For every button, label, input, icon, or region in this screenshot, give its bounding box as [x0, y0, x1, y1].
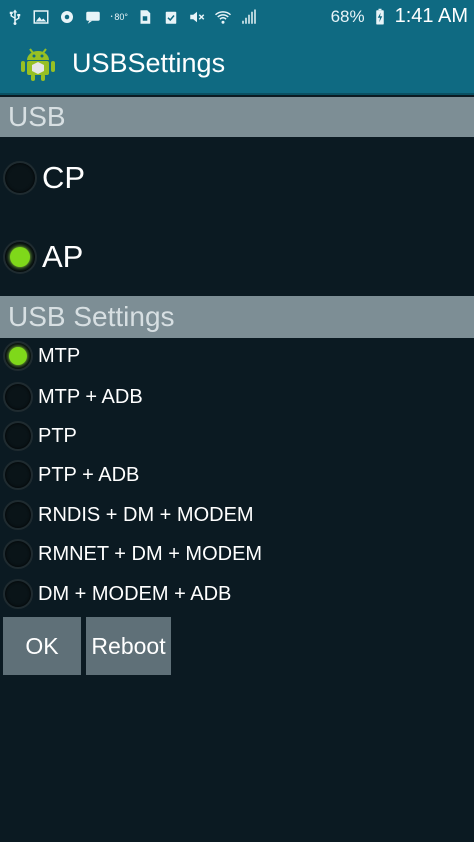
radio-label: PTP + ADB	[38, 463, 140, 486]
radio-label: RNDIS + DM + MODEM	[38, 503, 254, 526]
radio-button[interactable]	[3, 382, 33, 412]
radio-button[interactable]	[3, 500, 33, 530]
radio-button[interactable]	[3, 539, 33, 569]
radio-option-mtp[interactable]: MTP	[3, 341, 80, 371]
usb-icon	[6, 8, 24, 26]
radio-label: PTP	[38, 424, 77, 447]
wifi-icon	[214, 8, 232, 26]
radio-label: CP	[42, 160, 86, 195]
status-bar: 80° 68% 1:41 AM	[0, 0, 474, 33]
mute-icon	[188, 8, 206, 26]
message-icon	[84, 8, 102, 26]
radio-button[interactable]	[3, 460, 33, 490]
radio-button[interactable]	[3, 421, 33, 451]
clock-time: 1:41 AM	[394, 5, 468, 27]
temperature-text: 80°	[114, 11, 128, 22]
gallery-icon	[32, 8, 50, 26]
radio-option-mtp-adb[interactable]: MTP + ADB	[3, 382, 143, 412]
section-header-usb: USB	[0, 97, 474, 137]
radio-option-dm-modem-adb[interactable]: DM + MODEM + ADB	[3, 579, 231, 609]
radio-label: RMNET + DM + MODEM	[38, 542, 263, 565]
signal-icon	[240, 8, 258, 26]
weather-icon: 80°	[110, 8, 128, 26]
radio-selected-dot	[9, 347, 27, 365]
radio-label: MTP	[38, 344, 81, 367]
radio-selected-dot	[10, 247, 30, 267]
radio-label: MTP + ADB	[38, 385, 143, 408]
section-header-usb-settings: USB Settings	[0, 296, 474, 338]
reboot-button[interactable]: Reboot	[86, 617, 171, 675]
radio-label: DM + MODEM + ADB	[38, 582, 232, 605]
status-right: 68% 1:41 AM	[331, 5, 468, 28]
radio-option-cp[interactable]: CP	[3, 160, 85, 196]
radio-label: AP	[42, 239, 84, 274]
radio-option-rmnet-dm-modem[interactable]: RMNET + DM + MODEM	[3, 539, 262, 569]
battery-charging-icon	[371, 8, 389, 26]
radio-option-rndis-dm-modem[interactable]: RNDIS + DM + MODEM	[3, 500, 254, 530]
ok-button[interactable]: OK	[3, 617, 81, 675]
radio-button[interactable]	[3, 161, 37, 195]
radio-button[interactable]	[3, 341, 33, 371]
notification-icon	[58, 8, 76, 26]
radio-option-ap[interactable]: AP	[3, 239, 83, 275]
app-bar: USBSettings	[0, 33, 474, 95]
clipboard-icon	[162, 8, 180, 26]
radio-option-ptp[interactable]: PTP	[3, 421, 77, 451]
android-icon	[21, 48, 55, 81]
status-icons: 80°	[6, 8, 258, 26]
battery-percent: 68%	[330, 6, 365, 26]
radio-button[interactable]	[3, 579, 33, 609]
sim-icon	[136, 8, 154, 26]
radio-option-ptp-adb[interactable]: PTP + ADB	[3, 460, 139, 490]
radio-button[interactable]	[3, 240, 37, 274]
app-title: USBSettings	[72, 47, 226, 78]
